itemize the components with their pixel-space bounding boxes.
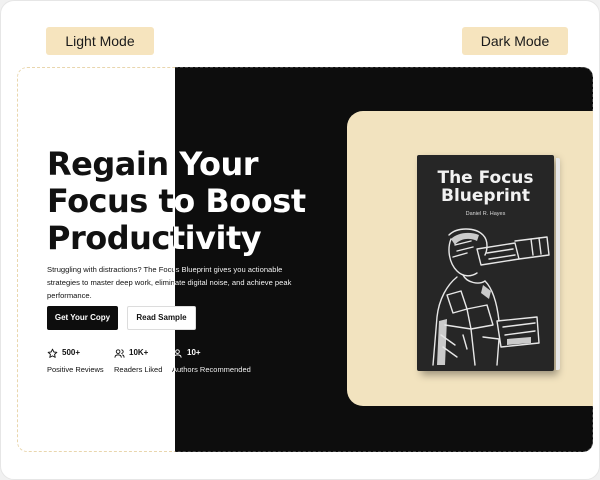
headline-line-1: Regain Your bbox=[47, 145, 259, 183]
user-icon bbox=[173, 348, 182, 358]
book-cover: The Focus Blueprint Daniel R. Hayes bbox=[417, 155, 560, 371]
stat-reviews-value: 500+ bbox=[62, 348, 81, 357]
headline-line-3: Productivity bbox=[47, 219, 262, 257]
stat-readers-label: Readers Liked bbox=[114, 365, 163, 374]
get-your-copy-button[interactable]: Get Your Copy bbox=[47, 306, 118, 330]
light-mode-half bbox=[17, 67, 175, 452]
hero-description: Struggling with distractions? The Focus … bbox=[47, 263, 317, 302]
dark-mode-label: Dark Mode bbox=[462, 27, 568, 55]
book-title: The Focus Blueprint bbox=[417, 169, 554, 205]
stat-authors-value: 10+ bbox=[187, 348, 201, 357]
stat-reviews-label: Positive Reviews bbox=[47, 365, 104, 374]
stat-authors: 10+ Authors Recommended bbox=[172, 347, 251, 377]
book-author: Daniel R. Hayes bbox=[465, 211, 506, 217]
users-icon bbox=[114, 348, 125, 358]
book-front: The Focus Blueprint Daniel R. Hayes bbox=[417, 155, 554, 371]
design-canvas: Light Mode Dark Mode Regain Your Focus t… bbox=[0, 0, 600, 480]
hero-headline: Regain Your Focus to Boost Productivity bbox=[47, 146, 347, 257]
stat-readers-value: 10K+ bbox=[129, 348, 149, 357]
read-sample-button[interactable]: Read Sample bbox=[127, 306, 196, 330]
book-title-line-2: Blueprint bbox=[440, 186, 531, 206]
headline-line-2: Focus to Boost bbox=[47, 182, 306, 220]
stat-readers: 10K+ Readers Liked bbox=[114, 347, 162, 377]
star-icon bbox=[47, 348, 58, 358]
book-page-edge bbox=[556, 158, 560, 370]
stat-reviews: 500+ Positive Reviews bbox=[47, 347, 104, 377]
book-title-line-1: The Focus bbox=[437, 168, 534, 188]
illustration-man-with-binoculars bbox=[432, 228, 550, 366]
light-mode-label: Light Mode bbox=[46, 27, 154, 55]
stat-authors-label: Authors Recommended bbox=[172, 363, 251, 377]
